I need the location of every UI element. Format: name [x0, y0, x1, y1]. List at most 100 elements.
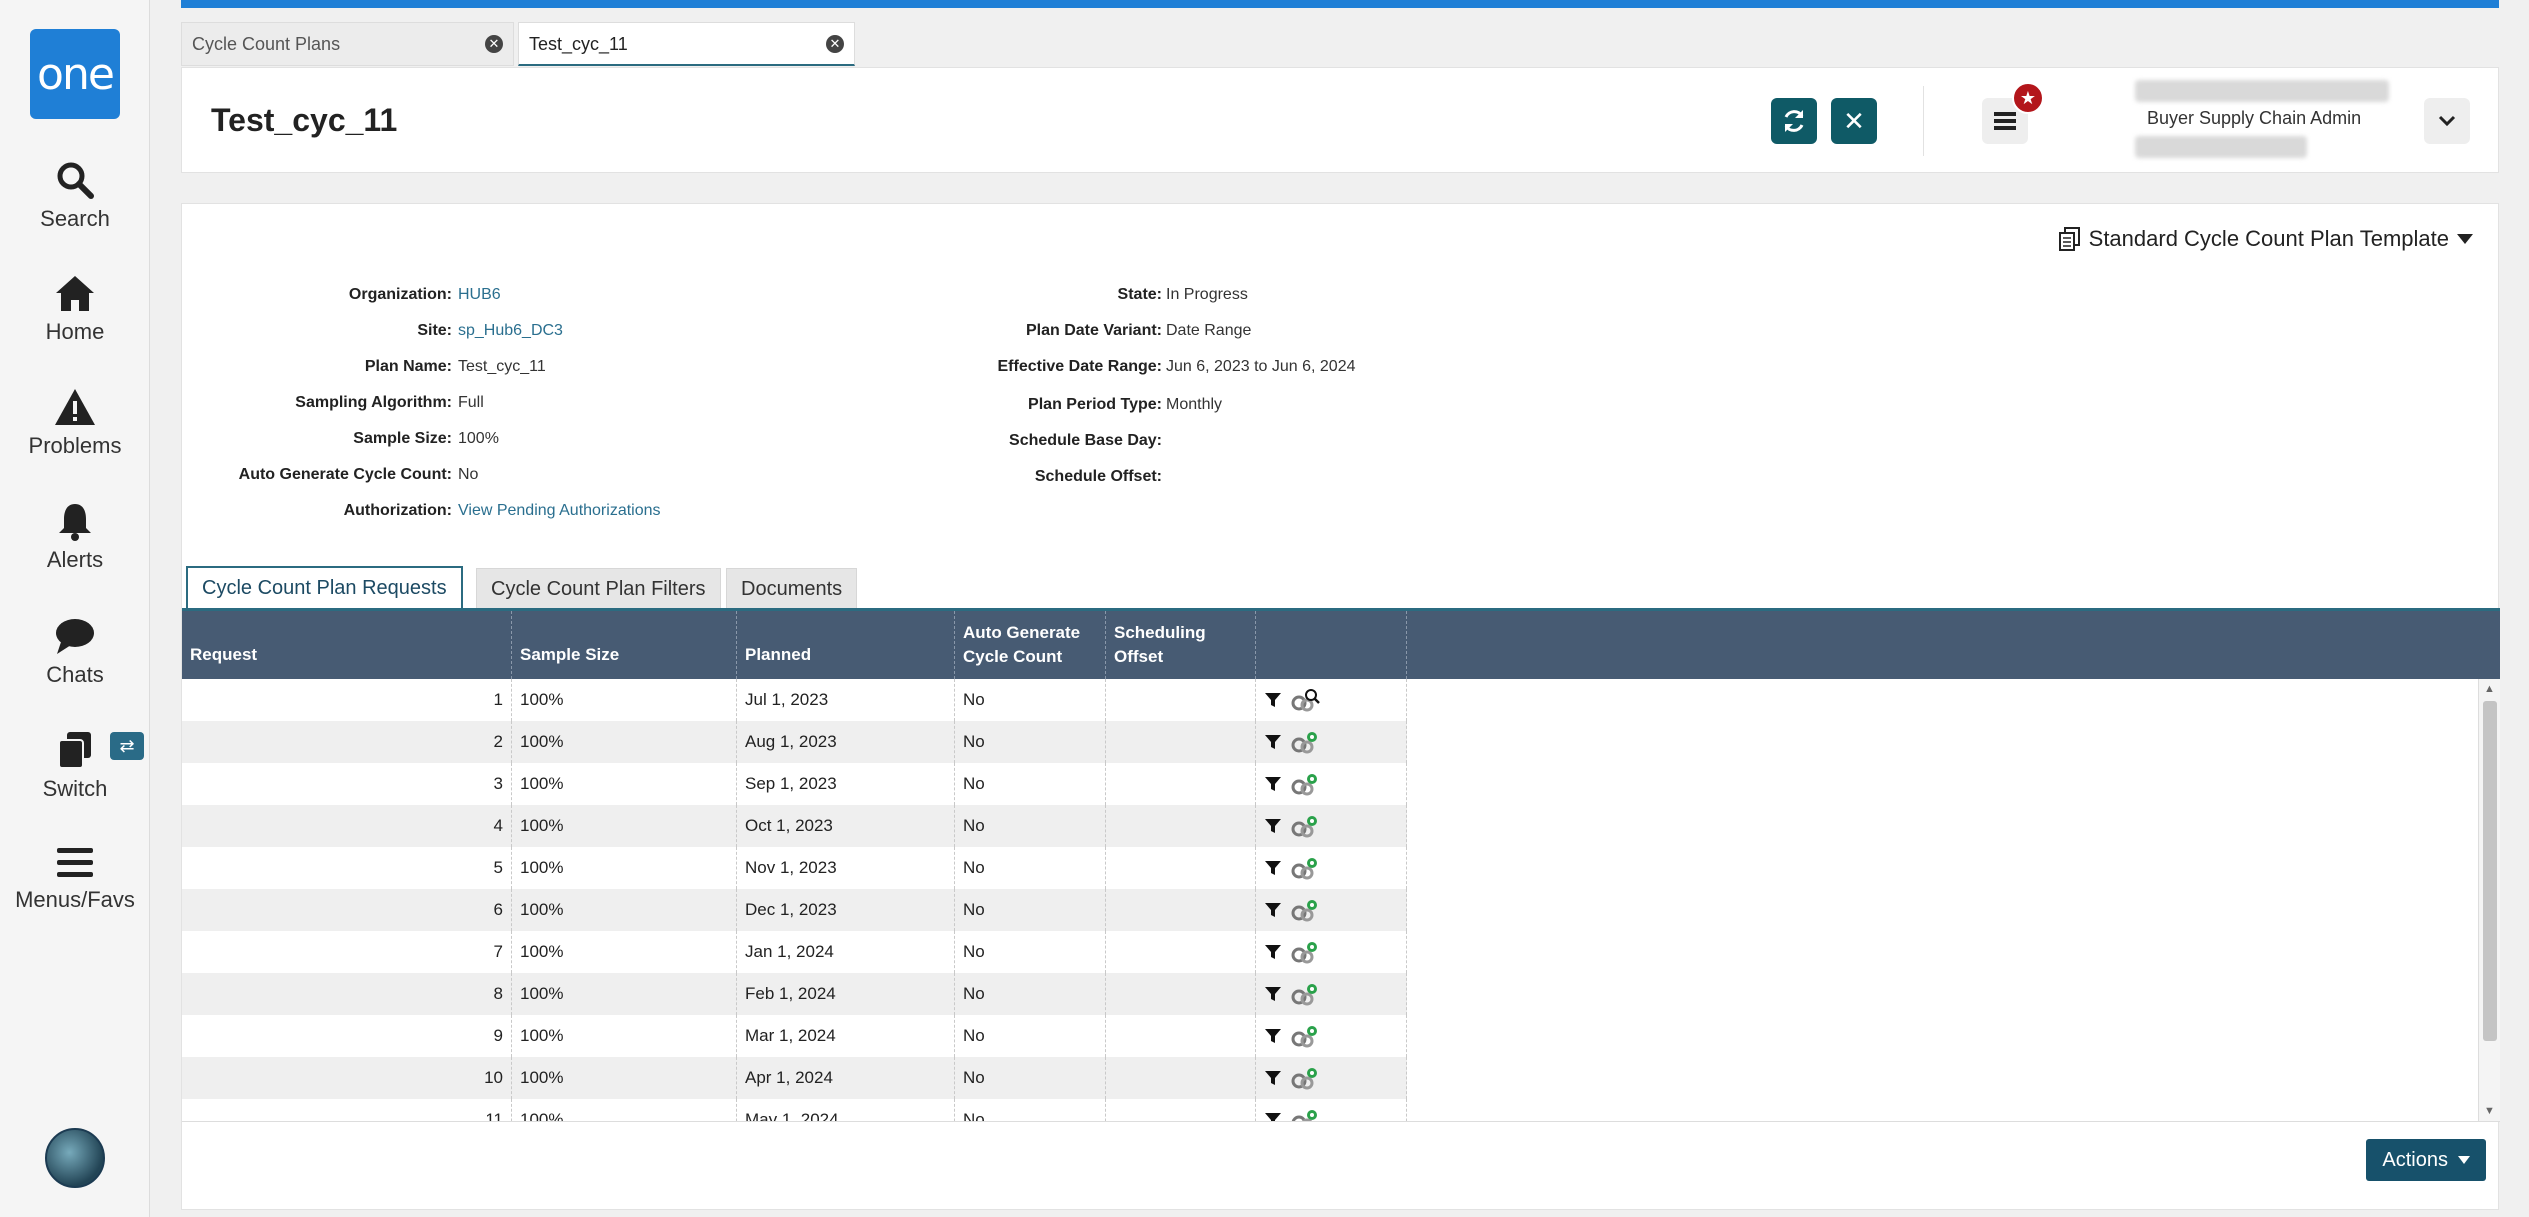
table-row[interactable]: 6 100% Dec 1, 2023 No [182, 889, 2478, 931]
refresh-button[interactable] [1771, 98, 1817, 144]
gears-generate-icon[interactable] [1290, 898, 1320, 922]
table-row[interactable]: 2 100% Aug 1, 2023 No [182, 721, 2478, 763]
column-header-sample-size[interactable]: Sample Size [512, 611, 737, 679]
table-row[interactable]: 8 100% Feb 1, 2024 No [182, 973, 2478, 1015]
cell-actions [1256, 1099, 1407, 1121]
cell-planned: Apr 1, 2024 [737, 1057, 955, 1099]
nav-menus-favs[interactable]: Menus/Favs [0, 845, 150, 913]
filter-icon[interactable] [1264, 859, 1282, 877]
grid-scrollbar[interactable]: ▲ ▼ [2478, 679, 2500, 1121]
header-divider [1923, 86, 1924, 156]
actions-button[interactable]: Actions [2366, 1139, 2486, 1181]
gears-generate-icon[interactable] [1290, 772, 1320, 796]
cell-planned: May 1, 2024 [737, 1099, 955, 1121]
cell-auto-generate: No [955, 1057, 1106, 1099]
table-row[interactable]: 1 100% Jul 1, 2023 No [182, 679, 2478, 721]
field-value: Date Range [1166, 322, 1252, 339]
column-header-planned[interactable]: Planned [737, 611, 955, 679]
gears-generate-icon[interactable] [1290, 856, 1320, 880]
table-row[interactable]: 9 100% Mar 1, 2024 No [182, 1015, 2478, 1057]
tab-test-cyc-11[interactable]: Test_cyc_11 ✕ [518, 22, 855, 66]
nav-search[interactable]: Search [0, 160, 150, 232]
gears-generate-icon[interactable] [1290, 940, 1320, 964]
filter-icon[interactable] [1264, 1111, 1282, 1121]
table-row[interactable]: 4 100% Oct 1, 2023 No [182, 805, 2478, 847]
organization-link[interactable]: HUB6 [458, 284, 501, 306]
nav-chats[interactable]: Chats [0, 616, 150, 688]
nav-label: Alerts [46, 547, 104, 572]
scroll-thumb[interactable] [2483, 701, 2497, 1041]
scroll-down-icon[interactable]: ▼ [2484, 1105, 2495, 1117]
cell-planned: Jan 1, 2024 [737, 931, 955, 973]
gears-generate-icon[interactable] [1290, 982, 1320, 1006]
gears-generate-icon[interactable] [1290, 1108, 1320, 1121]
column-header-scheduling-offset[interactable]: Scheduling Offset [1106, 611, 1256, 679]
filter-icon[interactable] [1264, 691, 1282, 709]
filter-icon[interactable] [1264, 817, 1282, 835]
nav-alerts[interactable]: Alerts [0, 501, 150, 573]
plan-detail-card: Standard Cycle Count Plan Template Organ… [181, 203, 2500, 1210]
filter-icon[interactable] [1264, 985, 1282, 1003]
column-header-auto-generate[interactable]: Auto Generate Cycle Count [955, 611, 1106, 679]
filter-icon[interactable] [1264, 943, 1282, 961]
table-row[interactable]: 11 100% May 1, 2024 No [182, 1099, 2478, 1121]
gears-generate-icon[interactable] [1290, 1066, 1320, 1090]
cell-scheduling-offset [1106, 847, 1256, 889]
field-organization: Organization: HUB6 [182, 284, 882, 306]
cell-auto-generate: No [955, 1015, 1106, 1057]
left-nav: one Search Home Problems Alerts Chats Sw… [0, 0, 150, 1217]
table-row[interactable]: 7 100% Jan 1, 2024 No [182, 931, 2478, 973]
caret-down-icon [2458, 1156, 2470, 1164]
tab-cycle-count-plan-requests[interactable]: Cycle Count Plan Requests [186, 566, 463, 612]
user-menu-dropdown[interactable] [2424, 98, 2470, 144]
gears-generate-icon[interactable] [1290, 814, 1320, 838]
authorization-link[interactable]: View Pending Authorizations [458, 500, 661, 522]
cell-sample-size: 100% [512, 889, 737, 931]
field-label: Plan Name: [364, 358, 452, 375]
filter-icon[interactable] [1264, 1027, 1282, 1045]
nav-problems[interactable]: Problems [0, 387, 150, 459]
app-logo[interactable]: one [30, 29, 120, 119]
cell-scheduling-offset [1106, 1057, 1256, 1099]
tab-cycle-count-plans[interactable]: Cycle Count Plans ✕ [181, 22, 514, 66]
gears-generate-icon[interactable] [1290, 730, 1320, 754]
tab-documents[interactable]: Documents [726, 568, 858, 610]
tab-label: Cycle Count Plans [192, 34, 341, 54]
close-icon[interactable]: ✕ [826, 35, 844, 53]
filter-icon[interactable] [1264, 901, 1282, 919]
gears-generate-icon[interactable] [1290, 1024, 1320, 1048]
field-label: Sampling Algorithm: [295, 394, 452, 411]
field-label: State: [1117, 286, 1162, 303]
tab-cycle-count-plan-filters[interactable]: Cycle Count Plan Filters [476, 568, 721, 610]
site-link[interactable]: sp_Hub6_DC3 [458, 320, 563, 342]
nav-home[interactable]: Home [0, 273, 150, 345]
favorites-star-icon[interactable]: ★ [2012, 82, 2044, 114]
filter-icon[interactable] [1264, 775, 1282, 793]
filter-icon[interactable] [1264, 1069, 1282, 1087]
field-sampling-algorithm: Sampling Algorithm: Full [182, 392, 882, 414]
table-row[interactable]: 10 100% Apr 1, 2024 No [182, 1057, 2478, 1099]
filter-icon[interactable] [1264, 733, 1282, 751]
switch-badge[interactable]: ⇄ [110, 732, 144, 760]
close-icon[interactable]: ✕ [485, 35, 503, 53]
table-row[interactable]: 5 100% Nov 1, 2023 No [182, 847, 2478, 889]
user-avatar[interactable] [45, 1128, 105, 1188]
cell-scheduling-offset [1106, 1015, 1256, 1057]
cell-actions [1256, 721, 1407, 763]
chevron-down-icon [2438, 115, 2456, 127]
warning-icon [55, 389, 95, 425]
header-label: Offset [1114, 647, 1164, 666]
template-selector[interactable]: Standard Cycle Count Plan Template [2058, 226, 2473, 252]
field-plan-date-variant: Plan Date Variant: Date Range [882, 320, 1782, 342]
field-value: Monthly [1166, 396, 1223, 413]
field-label: Auto Generate Cycle Count: [238, 466, 452, 483]
scroll-up-icon[interactable]: ▲ [2484, 683, 2495, 695]
field-value: 100% [458, 430, 499, 447]
gears-search-icon[interactable] [1290, 688, 1320, 712]
table-row[interactable]: 3 100% Sep 1, 2023 No [182, 763, 2478, 805]
field-label: Schedule Offset: [1034, 468, 1162, 485]
column-header-request[interactable]: Request [182, 611, 512, 679]
close-button[interactable]: ✕ [1831, 98, 1877, 144]
cell-request: 5 [182, 847, 512, 889]
cell-planned: Nov 1, 2023 [737, 847, 955, 889]
